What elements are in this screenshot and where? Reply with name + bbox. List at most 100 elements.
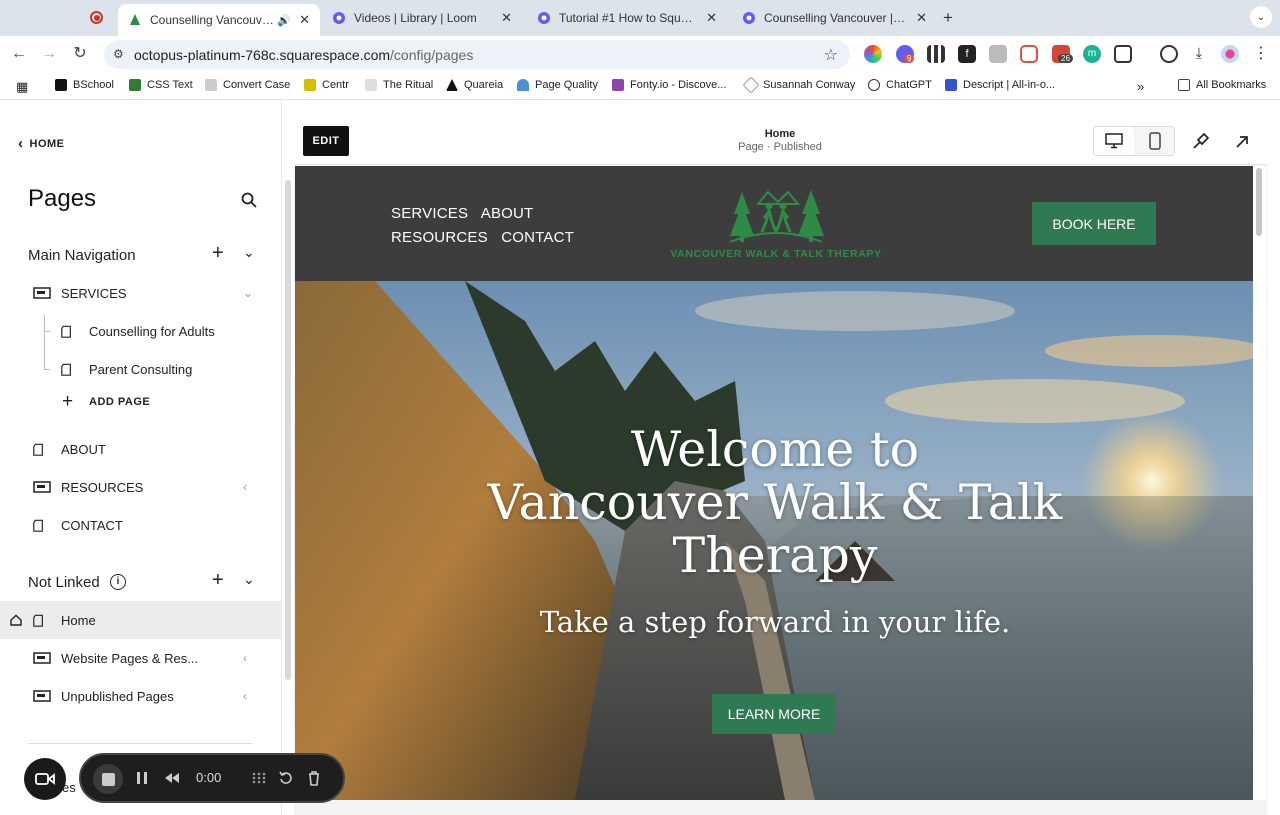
sidebar-scrollbar[interactable] <box>285 180 291 680</box>
tab-title: Counselling Vancouver | Vanc <box>764 11 909 25</box>
drag-handle-icon[interactable] <box>251 770 267 786</box>
fonts-extension-icon[interactable]: f <box>958 45 976 63</box>
chevron-left-icon: ‹ <box>18 135 24 152</box>
reload-icon[interactable]: ↻ <box>69 43 91 65</box>
kebab-menu-icon[interactable]: ⋮ <box>1252 45 1270 63</box>
video-camera-icon <box>35 773 55 785</box>
apps-grid-icon[interactable] <box>927 45 945 63</box>
chatgpt-icon <box>868 79 880 91</box>
desktop-view-button[interactable] <box>1094 127 1134 155</box>
close-tab-icon[interactable]: ✕ <box>706 10 717 26</box>
chevron-left-icon[interactable]: ‹ <box>243 480 247 494</box>
tab-counselling-vancouver-2[interactable]: Counselling Vancouver | Vanc ✕ <box>732 4 937 32</box>
add-page-button[interactable]: + ADD PAGE <box>0 383 282 421</box>
tab-search-icon[interactable]: ⌄ <box>1250 6 1272 28</box>
nav-link-about[interactable]: ABOUT <box>481 205 534 222</box>
bookmark-item[interactable]: CSS Text <box>129 79 193 91</box>
chevron-down-icon[interactable]: ⌄ <box>243 571 255 588</box>
bookmark-item[interactable]: Centr <box>304 79 349 91</box>
chevron-down-icon[interactable]: ⌄ <box>243 286 253 300</box>
sidebar-item-unpublished[interactable]: Unpublished Pages ‹ <box>0 677 282 715</box>
edit-button[interactable]: EDIT <box>303 126 349 156</box>
m-extension-icon[interactable]: m <box>1083 45 1101 63</box>
new-tab-icon[interactable]: + <box>943 8 953 28</box>
mobile-icon <box>1149 132 1161 150</box>
pocket-icon[interactable] <box>1020 45 1038 63</box>
bookmark-item[interactable]: Descript | All-in-o... <box>945 79 1055 91</box>
bookmark-item[interactable]: BSchool <box>55 79 114 91</box>
desktop-icon <box>1105 133 1123 149</box>
stop-recording-button[interactable] <box>93 764 123 794</box>
pages-title: Pages <box>28 185 97 212</box>
back-home-link[interactable]: ‹ HOME <box>18 135 65 152</box>
bookmark-item[interactable]: Page Quality <box>517 79 598 91</box>
not-linked-title: Not Linked <box>28 574 100 591</box>
bookmark-star-icon[interactable]: ☆ <box>824 45 838 65</box>
hero-subtitle: Take a step forward in your life. <box>539 605 1011 639</box>
book-here-button[interactable]: BOOK HERE <box>1032 202 1156 245</box>
sync-icon[interactable] <box>1160 45 1178 63</box>
camera-extension-icon[interactable] <box>989 45 1007 63</box>
tab-loom-videos[interactable]: Videos | Library | Loom ✕ <box>322 4 522 32</box>
puzzle-extensions-icon[interactable] <box>1114 45 1132 63</box>
sidebar-item-about[interactable]: ABOUT <box>0 430 282 468</box>
trash-icon[interactable] <box>306 770 322 786</box>
camera-toggle-button[interactable] <box>24 758 66 800</box>
preview-scrollbar[interactable] <box>1256 168 1262 236</box>
sidebar-item-contact[interactable]: CONTACT <box>0 506 282 544</box>
site-preview[interactable]: SERVICES ABOUT RESOURCES CONTACT VANCOUV… <box>295 166 1253 800</box>
close-tab-icon[interactable]: ✕ <box>299 12 310 28</box>
bookmark-item[interactable]: The Ritual <box>365 79 433 91</box>
stop-square-icon <box>101 772 115 786</box>
close-tab-icon[interactable]: ✕ <box>501 10 512 26</box>
download-icon[interactable]: ⤓ <box>1190 45 1208 63</box>
color-extension-icon[interactable] <box>864 45 882 63</box>
bookmark-item[interactable]: Susannah Conway <box>742 76 855 94</box>
mobile-view-button[interactable] <box>1135 127 1175 155</box>
add-page-plus-icon[interactable]: + <box>212 242 224 265</box>
sidebar-item-services[interactable]: SERVICES ⌄ <box>0 274 282 312</box>
sidebar-item-resources[interactable]: RESOURCES ‹ <box>0 468 282 506</box>
speaker-icon[interactable]: 🔊 <box>277 14 291 27</box>
profile-avatar-icon[interactable] <box>1221 45 1239 63</box>
nav-link-contact[interactable]: CONTACT <box>501 229 574 246</box>
hero-heading-line: Therapy <box>672 527 878 584</box>
close-tab-icon[interactable]: ✕ <box>916 10 927 26</box>
sidebar-item-home[interactable]: Home <box>0 601 282 639</box>
rewind-icon[interactable] <box>164 770 180 786</box>
nav-link-services[interactable]: SERVICES <box>391 205 468 222</box>
tab-tutorial[interactable]: Tutorial #1 How to Squarespa ✕ <box>527 4 727 32</box>
sidebar-item-website-pages[interactable]: Website Pages & Res... ‹ <box>0 639 282 677</box>
bookmark-item[interactable]: Fonty.io - Discove... <box>612 79 726 91</box>
bookmark-item[interactable]: ChatGPT <box>868 79 932 91</box>
design-brush-icon[interactable] <box>1192 132 1210 150</box>
tab-counselling-vancouver[interactable]: Counselling Vancouver | W 🔊 ✕ <box>118 4 320 36</box>
learn-more-button[interactable]: LEARN MORE <box>712 694 836 734</box>
address-bar[interactable]: ⚙ octopus-platinum-768c.squarespace.com /… <box>104 40 850 69</box>
site-info-icon[interactable]: ⚙ <box>113 47 124 61</box>
chevron-left-icon[interactable]: ‹ <box>243 651 247 665</box>
chevron-left-icon[interactable]: ‹ <box>243 689 247 703</box>
info-icon[interactable]: i <box>110 574 126 590</box>
page-icon <box>33 614 43 627</box>
apps-icon[interactable]: ▦ <box>16 79 28 95</box>
more-bookmarks-icon[interactable]: » <box>1137 79 1144 94</box>
page-name: Home <box>764 128 796 140</box>
add-page-plus-icon[interactable]: + <box>212 569 224 592</box>
pause-icon[interactable] <box>134 770 150 786</box>
open-external-arrow-icon[interactable] <box>1235 135 1249 149</box>
chevron-down-icon[interactable]: ⌄ <box>243 244 255 261</box>
url-path: /config/pages <box>390 46 474 63</box>
sidebar-item-label: ABOUT <box>61 441 106 457</box>
sidebar-item-counselling-adults[interactable]: Counselling for Adults <box>0 312 282 350</box>
forward-arrow-icon[interactable]: → <box>38 43 60 65</box>
back-arrow-icon[interactable]: ← <box>8 43 30 65</box>
page-status: Page · Published <box>738 141 822 153</box>
search-icon[interactable] <box>241 192 257 208</box>
bookmark-item[interactable]: Quareia <box>446 79 503 91</box>
nav-link-resources[interactable]: RESOURCES <box>391 229 488 246</box>
all-bookmarks[interactable]: All Bookmarks <box>1178 79 1266 91</box>
page-icon <box>61 325 71 338</box>
bookmark-item[interactable]: Convert Case <box>205 79 290 91</box>
restart-icon[interactable] <box>278 770 294 786</box>
